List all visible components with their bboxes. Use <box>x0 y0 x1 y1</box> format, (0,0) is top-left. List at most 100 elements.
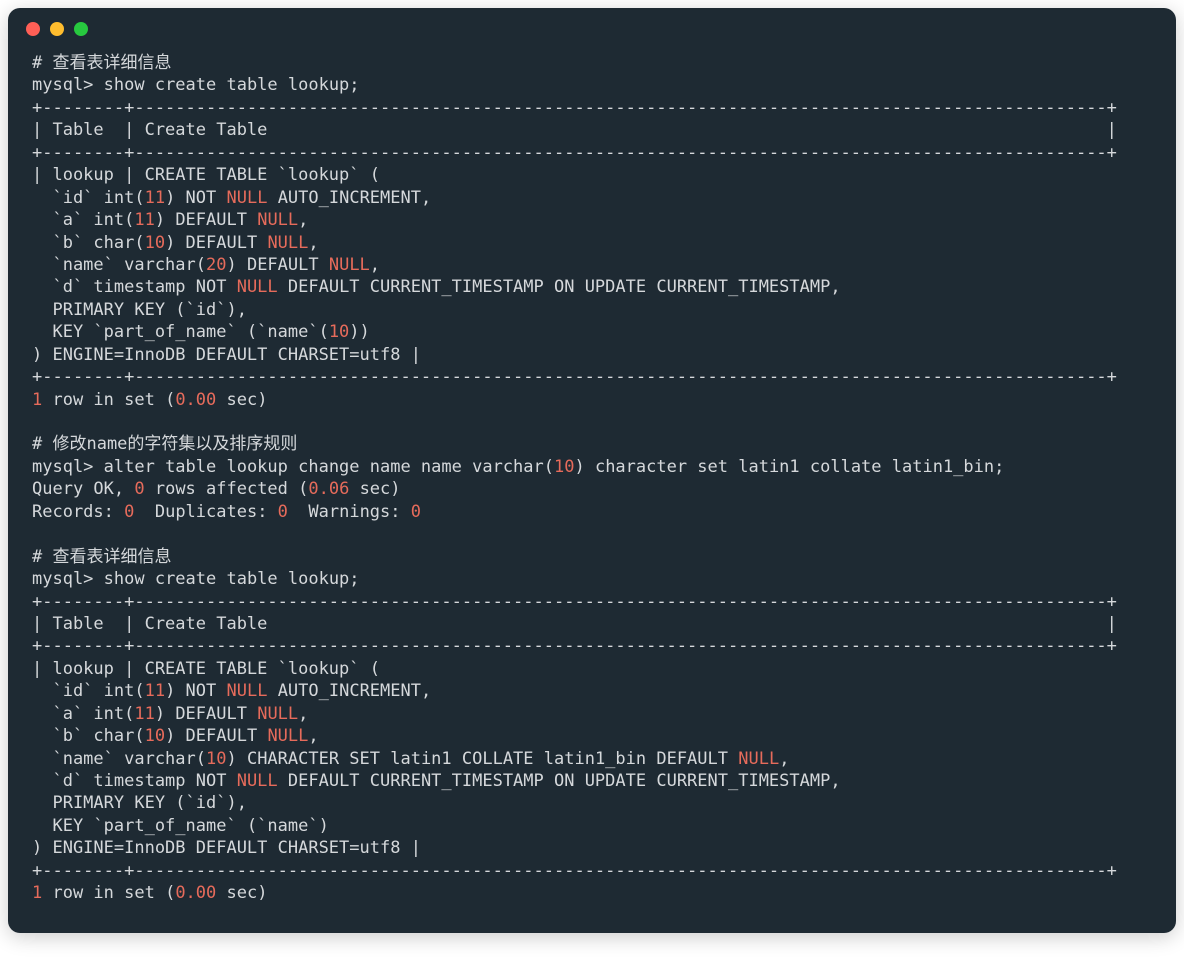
zoom-icon[interactable] <box>74 22 88 36</box>
ddl-line: `d` timestamp NOT <box>32 771 237 791</box>
number-literal: 11 <box>134 704 154 724</box>
comment-line: # 修改name的字符集以及排序规则 <box>32 434 297 454</box>
null-literal: NULL <box>237 277 278 297</box>
ddl-line: `id` int( <box>32 681 145 701</box>
ddl-line: `id` int( <box>32 188 145 208</box>
result-count: 1 <box>32 883 42 903</box>
ddl-line: PRIMARY KEY (`id`), <box>32 793 247 813</box>
result-text: sec) <box>216 390 267 410</box>
ddl-line: ) DEFAULT <box>155 704 257 724</box>
ddl-line: , <box>308 726 318 746</box>
ddl-line: , <box>308 233 318 253</box>
number-literal: 10 <box>329 322 349 342</box>
ddl-line: DEFAULT CURRENT_TIMESTAMP ON UPDATE CURR… <box>278 277 841 297</box>
null-literal: NULL <box>237 771 278 791</box>
ddl-line: , <box>779 749 789 769</box>
comment-line: # 查看表详细信息 <box>32 547 171 567</box>
null-literal: NULL <box>738 749 779 769</box>
number-literal: 11 <box>145 681 165 701</box>
result-time: 0.00 <box>175 390 216 410</box>
number-literal: 0 <box>124 502 134 522</box>
ddl-line: `a` int( <box>32 210 134 230</box>
table-border: +--------+------------------------------… <box>32 143 1117 163</box>
sql-command: show create table lookup; <box>104 569 360 589</box>
comment-line: # 查看表详细信息 <box>32 53 171 73</box>
records-line: Warnings: <box>288 502 411 522</box>
prompt: mysql> <box>32 457 104 477</box>
close-icon[interactable] <box>26 22 40 36</box>
ddl-line: ) DEFAULT <box>155 210 257 230</box>
table-row: | lookup | CREATE TABLE `lookup` ( <box>32 659 380 679</box>
result-count: 1 <box>32 390 42 410</box>
ddl-line: AUTO_INCREMENT, <box>267 681 431 701</box>
ddl-line: KEY `part_of_name` (`name`( <box>32 322 329 342</box>
number-literal: 0.06 <box>308 479 349 499</box>
number-literal: 0 <box>134 479 144 499</box>
ddl-line: `b` char( <box>32 726 145 746</box>
number-literal: 20 <box>206 255 226 275</box>
ddl-line: `name` varchar( <box>32 749 206 769</box>
number-literal: 10 <box>206 749 226 769</box>
sql-command: ) character set latin1 collate latin1_bi… <box>574 457 1004 477</box>
table-border: +--------+------------------------------… <box>32 592 1117 612</box>
ddl-line: KEY `part_of_name` (`name`) <box>32 816 329 836</box>
ddl-line: ) NOT <box>165 188 226 208</box>
number-literal: 10 <box>554 457 574 477</box>
result-time: 0.00 <box>175 883 216 903</box>
query-ok: sec) <box>349 479 400 499</box>
ddl-line: ) DEFAULT <box>165 726 267 746</box>
null-literal: NULL <box>257 704 298 724</box>
minimize-icon[interactable] <box>50 22 64 36</box>
number-literal: 0 <box>278 502 288 522</box>
table-border: +--------+------------------------------… <box>32 636 1117 656</box>
window-titlebar <box>8 8 1176 42</box>
number-literal: 10 <box>145 726 165 746</box>
records-line: Records: <box>32 502 124 522</box>
number-literal: 0 <box>411 502 421 522</box>
ddl-line: ) CHARACTER SET latin1 COLLATE latin1_bi… <box>226 749 738 769</box>
number-literal: 11 <box>145 188 165 208</box>
table-border: +--------+------------------------------… <box>32 861 1117 881</box>
result-text: row in set ( <box>42 883 175 903</box>
sql-command: alter table lookup change name name varc… <box>104 457 554 477</box>
table-header: | Table | Create Table | <box>32 120 1117 140</box>
null-literal: NULL <box>257 210 298 230</box>
ddl-line: `name` varchar( <box>32 255 206 275</box>
ddl-line: `d` timestamp NOT <box>32 277 237 297</box>
query-ok: rows affected ( <box>145 479 309 499</box>
ddl-line: `a` int( <box>32 704 134 724</box>
null-literal: NULL <box>227 188 268 208</box>
terminal-window: # 查看表详细信息 mysql> show create table looku… <box>8 8 1176 933</box>
number-literal: 11 <box>134 210 154 230</box>
ddl-line: ) DEFAULT <box>226 255 328 275</box>
ddl-line: , <box>370 255 380 275</box>
ddl-line: , <box>298 210 308 230</box>
null-literal: NULL <box>267 233 308 253</box>
ddl-line: AUTO_INCREMENT, <box>267 188 431 208</box>
ddl-line: ) NOT <box>165 681 226 701</box>
terminal-output[interactable]: # 查看表详细信息 mysql> show create table looku… <box>8 42 1176 933</box>
sql-command: show create table lookup; <box>104 75 360 95</box>
null-literal: NULL <box>227 681 268 701</box>
result-text: row in set ( <box>42 390 175 410</box>
query-ok: Query OK, <box>32 479 134 499</box>
ddl-line: ) ENGINE=InnoDB DEFAULT CHARSET=utf8 | <box>32 345 421 365</box>
ddl-line: , <box>298 704 308 724</box>
prompt: mysql> <box>32 569 104 589</box>
number-literal: 10 <box>145 233 165 253</box>
ddl-line: )) <box>349 322 369 342</box>
result-text: sec) <box>216 883 267 903</box>
ddl-line: `b` char( <box>32 233 145 253</box>
records-line: Duplicates: <box>134 502 277 522</box>
ddl-line: DEFAULT CURRENT_TIMESTAMP ON UPDATE CURR… <box>278 771 841 791</box>
table-header: | Table | Create Table | <box>32 614 1117 634</box>
ddl-line: ) DEFAULT <box>165 233 267 253</box>
ddl-line: PRIMARY KEY (`id`), <box>32 300 247 320</box>
table-row: | lookup | CREATE TABLE `lookup` ( <box>32 165 380 185</box>
null-literal: NULL <box>267 726 308 746</box>
null-literal: NULL <box>329 255 370 275</box>
table-border: +--------+------------------------------… <box>32 98 1117 118</box>
ddl-line: ) ENGINE=InnoDB DEFAULT CHARSET=utf8 | <box>32 838 421 858</box>
table-border: +--------+------------------------------… <box>32 367 1117 387</box>
prompt: mysql> <box>32 75 104 95</box>
